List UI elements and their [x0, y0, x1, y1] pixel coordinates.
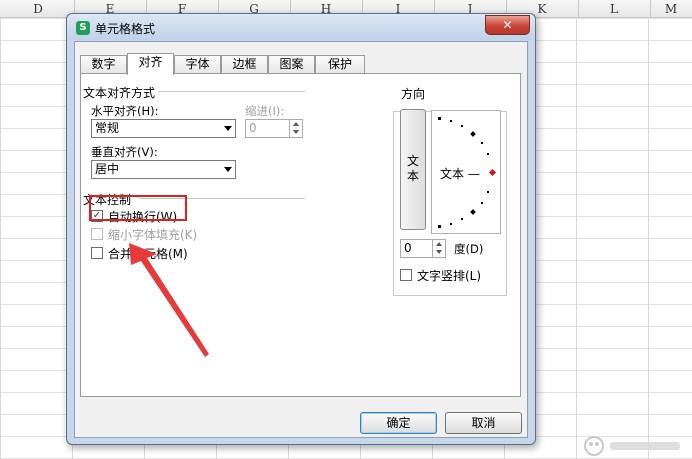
horizontal-alignment-value: 常规: [95, 121, 120, 135]
indent-value: 0: [249, 121, 257, 135]
dial-current-angle-marker: [488, 168, 497, 177]
spin-up-icon: [436, 242, 442, 246]
degree-spinbox[interactable]: 0: [400, 239, 446, 258]
indent-label: 缩进(I):: [245, 104, 285, 118]
close-button[interactable]: ✕: [485, 15, 530, 35]
close-icon: ✕: [502, 18, 513, 32]
format-cells-dialog: S 单元格格式 ✕ 数字 对齐 字体 边框 图案 保护 文本对齐方式 水平对齐(…: [66, 13, 536, 445]
vertical-layout-checkbox[interactable]: 文字竖排(L): [400, 267, 500, 283]
degree-label: 度(D): [454, 242, 484, 256]
column-header-m[interactable]: M: [650, 2, 692, 16]
tab-number[interactable]: 数字: [80, 55, 127, 74]
checkbox-unchecked-icon: [400, 269, 412, 281]
indent-spinner[interactable]: [289, 120, 302, 137]
tab-pattern[interactable]: 图案: [268, 55, 315, 74]
dial-mark: [481, 142, 483, 144]
alignment-tab-panel: 文本对齐方式 水平对齐(H): 常规 缩进(I): 0 垂直对齐(V): 居中: [80, 73, 521, 397]
annotation-highlight-box: [89, 195, 187, 221]
cancel-button[interactable]: 取消: [445, 412, 522, 434]
indent-spinbox[interactable]: 0: [245, 119, 303, 138]
horizontal-alignment-select[interactable]: 常规: [91, 119, 236, 138]
column-header-l[interactable]: L: [578, 2, 650, 16]
dial-text-preview: 文本 —: [440, 167, 480, 181]
text-alignment-section-label: 文本对齐方式: [83, 84, 159, 101]
column-header-d[interactable]: D: [2, 2, 74, 16]
shrink-to-fit-label: 缩小字体填充(K): [108, 228, 198, 242]
horizontal-alignment-label: 水平对齐(H):: [91, 104, 159, 118]
merge-cells-label: 合并单元格(M): [108, 247, 188, 261]
vertical-alignment-value: 居中: [95, 162, 120, 176]
spin-down-icon: [293, 130, 299, 134]
tab-protection[interactable]: 保护: [315, 55, 365, 74]
orientation-section-label: 方向: [401, 85, 429, 102]
dial-mark: [481, 202, 483, 204]
vertical-text-label: 文本: [407, 154, 420, 183]
checkbox-unchecked-icon: [91, 247, 103, 259]
degree-spinner[interactable]: [432, 240, 445, 257]
merge-cells-checkbox[interactable]: 合并单元格(M): [91, 245, 211, 261]
dial-mark: [450, 120, 452, 122]
dial-mark: [461, 218, 463, 220]
tab-alignment[interactable]: 对齐: [127, 53, 174, 75]
dial-mark-bottom: [438, 225, 441, 228]
dial-mark: [450, 223, 452, 225]
tab-border[interactable]: 边框: [221, 55, 268, 74]
checkbox-unchecked-icon: [91, 228, 103, 240]
wps-app-icon: S: [76, 21, 90, 35]
spin-up-icon: [293, 122, 299, 126]
dial-mark: [461, 125, 463, 127]
vertical-alignment-select[interactable]: 居中: [91, 160, 236, 179]
ok-button[interactable]: 确定: [360, 412, 437, 434]
vertical-alignment-label: 垂直对齐(V):: [91, 145, 158, 159]
dial-mark-top: [438, 117, 441, 120]
dial-mark: [470, 209, 476, 215]
degree-value: 0: [404, 241, 412, 255]
shrink-to-fit-checkbox[interactable]: 缩小字体填充(K): [91, 226, 221, 242]
orientation-dial[interactable]: 文本 —: [431, 110, 501, 234]
vertical-text-button[interactable]: 文本: [400, 109, 426, 230]
vertical-layout-label: 文字竖排(L): [417, 269, 482, 283]
dialog-body: 数字 对齐 字体 边框 图案 保护 文本对齐方式 水平对齐(H): 常规 缩进(…: [74, 41, 528, 438]
chevron-down-icon: [224, 167, 232, 172]
dialog-title: 单元格格式: [95, 22, 156, 36]
dial-mark: [487, 191, 489, 193]
watermark-logo: [584, 436, 680, 456]
chevron-down-icon: [224, 126, 232, 131]
spin-down-icon: [436, 250, 442, 254]
dialog-titlebar[interactable]: S 单元格格式 ✕: [67, 14, 535, 40]
dial-mark: [487, 153, 489, 155]
dial-mark: [470, 131, 476, 137]
tab-font[interactable]: 字体: [174, 55, 221, 74]
